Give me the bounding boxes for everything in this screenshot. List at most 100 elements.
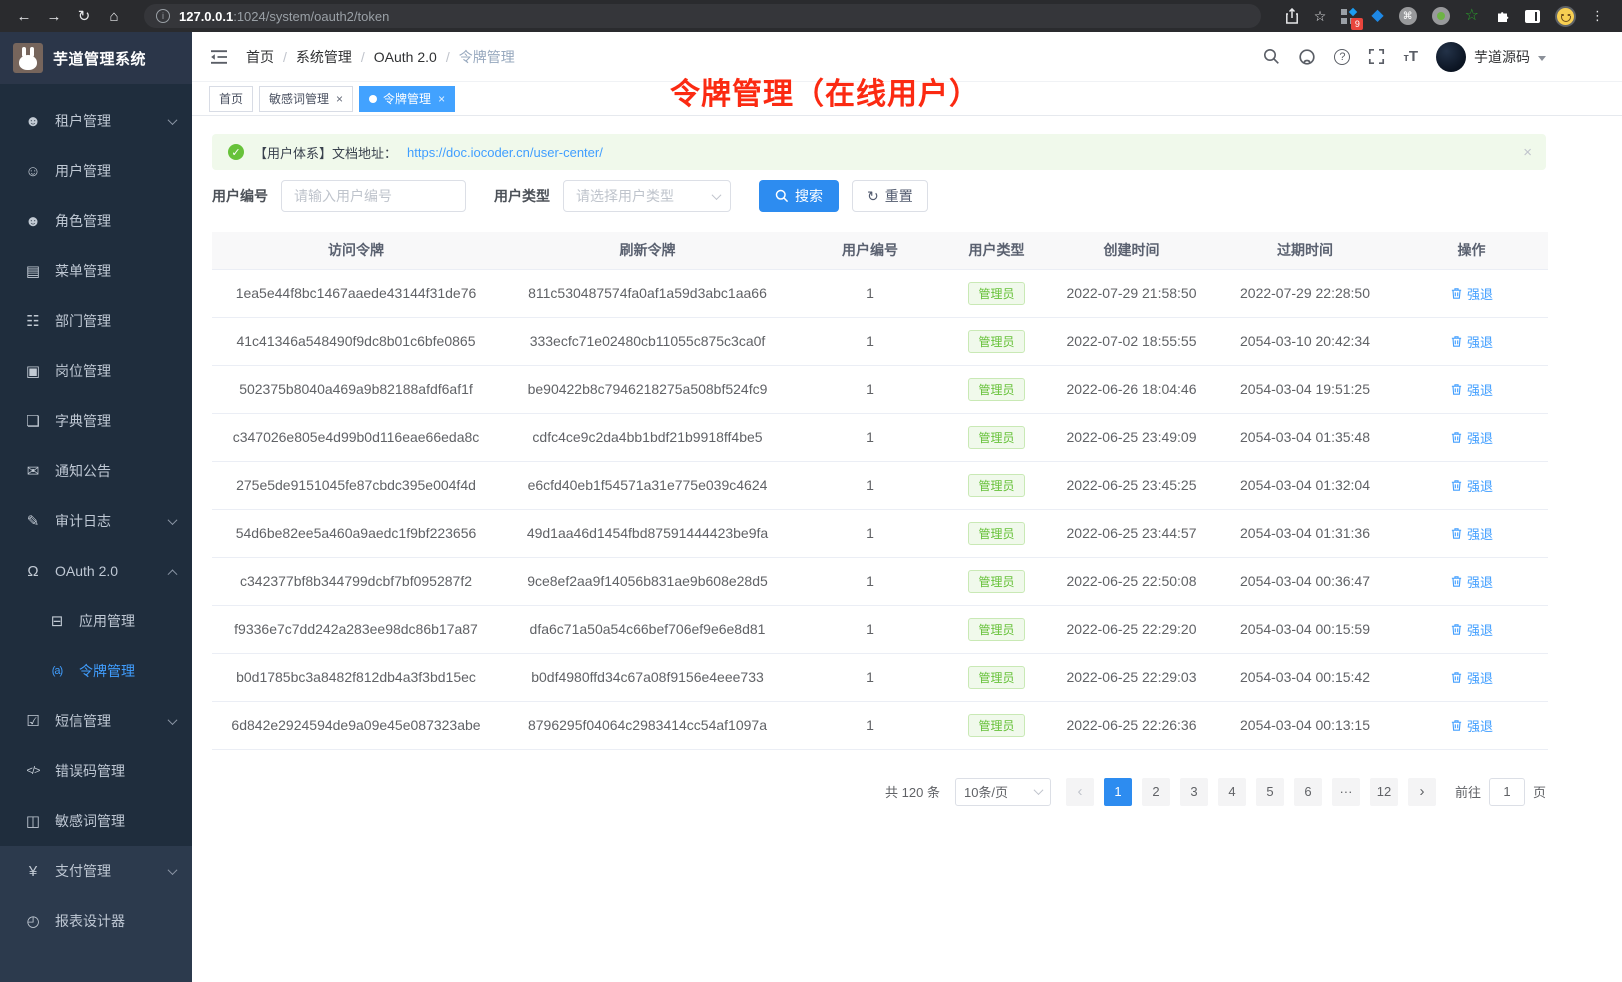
access-token-cell: 1ea5e44f8bc1467aaede43144f31de76 (212, 269, 500, 317)
announcement-icon: ✉ (22, 462, 44, 480)
created-time-cell: 2022-06-25 23:44:57 (1048, 509, 1215, 557)
user-id-cell: 1 (795, 701, 945, 749)
browser-back-icon[interactable]: ← (10, 8, 38, 25)
app-logo[interactable]: 芋道管理系统 (0, 32, 192, 84)
search-icon (775, 189, 789, 203)
breadcrumb-home[interactable]: 首页 (246, 47, 274, 67)
force-logout-button[interactable]: 强退 (1450, 572, 1493, 591)
share-icon[interactable] (1285, 8, 1299, 24)
sidebar-item-report[interactable]: ◴报表设计器 (0, 896, 192, 946)
bookmark-star-icon[interactable]: ☆ (1314, 8, 1327, 25)
collapse-menu-icon[interactable] (210, 49, 228, 65)
force-logout-button[interactable]: 强退 (1450, 284, 1493, 303)
tag-首页[interactable]: 首页 (209, 86, 253, 112)
prev-page-button[interactable]: ‹ (1066, 778, 1094, 806)
reset-button[interactable]: ↻ 重置 (852, 180, 928, 212)
force-logout-button[interactable]: 强退 (1450, 716, 1493, 735)
force-logout-button[interactable]: 强退 (1450, 332, 1493, 351)
action-cell: 强退 (1395, 557, 1548, 605)
tag-close-icon[interactable]: × (336, 92, 343, 106)
sidebar-item-errcode[interactable]: </>错误码管理 (0, 746, 192, 796)
sidebar-item-pay[interactable]: ¥支付管理 (0, 846, 192, 896)
table-row: 6d842e2924594de9a09e45e087323abe8796295f… (212, 701, 1548, 749)
page-button-3[interactable]: 3 (1180, 778, 1208, 806)
page-button-1[interactable]: 1 (1104, 778, 1132, 806)
force-logout-button[interactable]: 强退 (1450, 668, 1493, 687)
sidebar-item-oauth2[interactable]: ΩOAuth 2.0 (0, 546, 192, 596)
page-button-2[interactable]: 2 (1142, 778, 1170, 806)
tag-label: 首页 (219, 90, 243, 107)
sidebar-item-oauth2-token[interactable]: (a)令牌管理 (0, 646, 192, 696)
puzzle-extensions-icon[interactable] (1494, 8, 1510, 24)
user-type-cell: 管理员 (945, 653, 1048, 701)
gem-extension-icon[interactable]: ◆ (1371, 8, 1383, 24)
force-logout-button[interactable]: 强退 (1450, 620, 1493, 639)
force-logout-button[interactable]: 强退 (1450, 476, 1493, 495)
alert-doc-link[interactable]: https://doc.iocoder.cn/user-center/ (407, 145, 603, 160)
profile-avatar[interactable] (1555, 6, 1576, 27)
user-id-input[interactable] (281, 180, 466, 212)
search-button[interactable]: 搜索 (759, 180, 839, 212)
page-button-12[interactable]: 12 (1370, 778, 1398, 806)
next-page-button[interactable]: › (1408, 778, 1436, 806)
tag-close-icon[interactable]: × (438, 92, 445, 106)
side-panel-icon[interactable] (1525, 10, 1540, 23)
sidebar-item-sensitive[interactable]: ◫敏感词管理 (0, 796, 192, 846)
page-size-select[interactable]: 10条/页 (955, 778, 1051, 806)
user-menu[interactable]: 芋道源码 (1436, 42, 1546, 72)
refresh-token-cell: 8796295f04064c2983414cc54af1097a (500, 701, 795, 749)
help-icon[interactable]: ? (1334, 49, 1350, 65)
sidebar-filler (0, 946, 192, 982)
sidebar-item-notice[interactable]: ✉通知公告 (0, 446, 192, 496)
site-info-icon[interactable]: i (156, 9, 170, 23)
page-button-5[interactable]: 5 (1256, 778, 1284, 806)
page-button-6[interactable]: 6 (1294, 778, 1322, 806)
chevron-down-icon (168, 715, 178, 725)
browser-reload-icon[interactable]: ↻ (70, 7, 98, 25)
sidebar-item-dept[interactable]: ☷部门管理 (0, 296, 192, 346)
sidebar-item-sms[interactable]: ☑短信管理 (0, 696, 192, 746)
browser-forward-icon[interactable]: → (40, 8, 68, 25)
font-size-icon[interactable]: тT (1403, 48, 1418, 65)
search-icon[interactable] (1263, 48, 1280, 65)
sidebar-item-post[interactable]: ▣岗位管理 (0, 346, 192, 396)
goto-page-input[interactable] (1489, 778, 1525, 806)
created-time-cell: 2022-06-25 22:50:08 (1048, 557, 1215, 605)
force-logout-button[interactable]: 强退 (1450, 428, 1493, 447)
green-dot-extension-icon[interactable] (1432, 7, 1450, 25)
user-type-select[interactable]: 请选择用户类型 (563, 180, 731, 212)
green-star-extension-icon[interactable]: ☆ (1465, 8, 1479, 24)
trash-icon (1450, 527, 1463, 540)
sidebar-item-tenant[interactable]: ☻租户管理 (0, 96, 192, 146)
tag-敏感词管理[interactable]: 敏感词管理× (259, 86, 353, 112)
force-logout-label: 强退 (1467, 332, 1493, 351)
sidebar-item-role[interactable]: ☻角色管理 (0, 196, 192, 246)
action-cell: 强退 (1395, 701, 1548, 749)
sidebar-item-oauth2-app[interactable]: ⊟应用管理 (0, 596, 192, 646)
extension-grid-icon[interactable]: 9 (1341, 9, 1356, 24)
force-logout-button[interactable]: 强退 (1450, 524, 1493, 543)
sidebar-item-user[interactable]: ☺用户管理 (0, 146, 192, 196)
github-icon[interactable] (1298, 48, 1316, 66)
column-header: 创建时间 (1048, 232, 1215, 269)
trash-icon (1450, 575, 1463, 588)
browser-home-icon[interactable]: ⌂ (100, 8, 128, 25)
page-button-4[interactable]: 4 (1218, 778, 1246, 806)
sidebar-item-menu[interactable]: ▤菜单管理 (0, 246, 192, 296)
breadcrumb-system[interactable]: 系统管理 (296, 47, 352, 67)
badge-icon: ▣ (22, 362, 44, 380)
alert-close-icon[interactable]: × (1523, 144, 1532, 161)
browser-menu-icon[interactable]: ⋮ (1591, 8, 1604, 24)
sidebar-item-dict[interactable]: ❏字典管理 (0, 396, 192, 446)
breadcrumb-oauth2[interactable]: OAuth 2.0 (374, 49, 437, 65)
tag-令牌管理[interactable]: 令牌管理× (359, 86, 455, 112)
fullscreen-icon[interactable] (1368, 48, 1385, 65)
address-bar[interactable]: i 127.0.0.1:1024/system/oauth2/token (144, 4, 1261, 28)
pagination-more-button[interactable]: ··· (1332, 778, 1360, 806)
sidebar-item-label: OAuth 2.0 (55, 563, 118, 579)
sidebar-item-audit[interactable]: ✎审计日志 (0, 496, 192, 546)
gray-extension-icon[interactable]: ⌘ (1399, 7, 1417, 25)
user-id-cell: 1 (795, 317, 945, 365)
force-logout-button[interactable]: 强退 (1450, 380, 1493, 399)
table-row: c347026e805e4d99b0d116eae66eda8ccdfc4ce9… (212, 413, 1548, 461)
